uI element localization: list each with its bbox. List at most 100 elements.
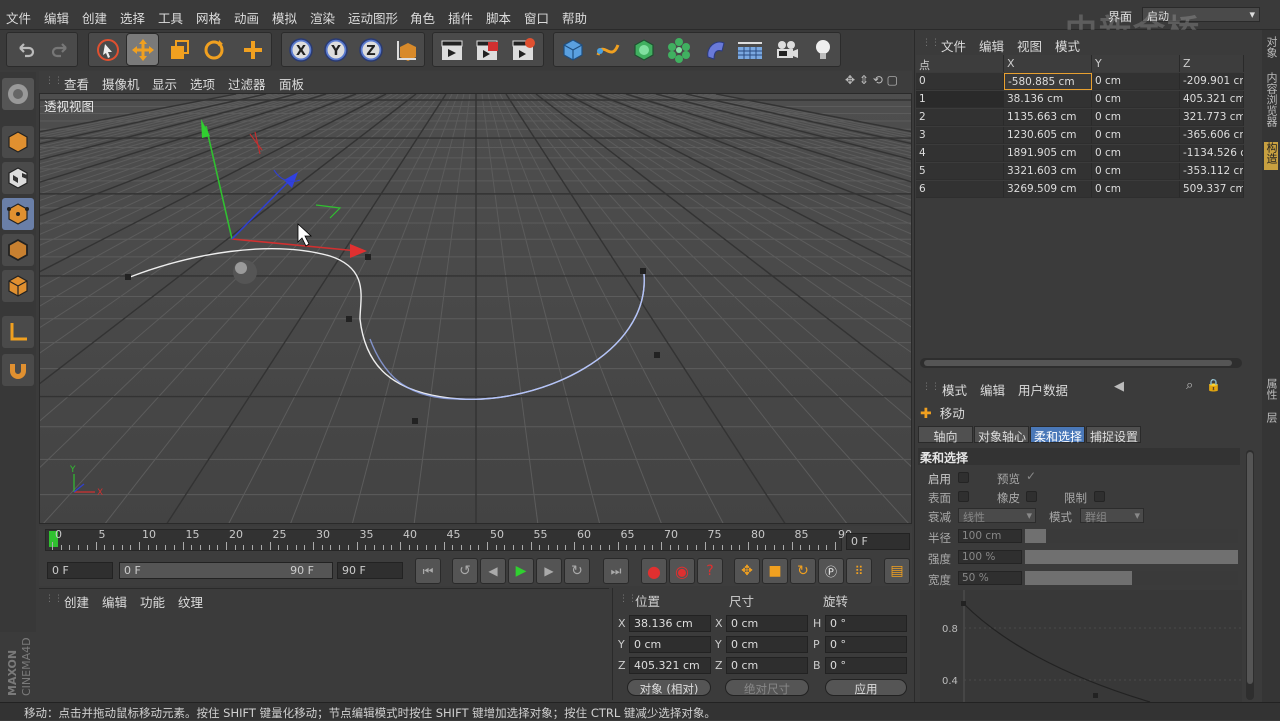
live-selection-button[interactable] [91,33,124,66]
point-index-cell[interactable]: 0 [916,73,1004,90]
structure-menu-edit[interactable]: 编辑 [979,36,1004,55]
width-slider[interactable] [1025,571,1132,585]
radius-field[interactable]: 100 cm [958,529,1022,543]
make-editable-button[interactable] [2,78,34,110]
tab-objects[interactable]: 对象 [1264,36,1278,64]
point-index-cell[interactable]: 4 [916,145,1004,162]
structure-menu-file[interactable]: 文件 [941,36,966,55]
scrollbar-thumb[interactable] [924,360,1232,366]
frame-range-slider[interactable]: 0 F 90 F [119,562,333,579]
coordinate-system-button[interactable] [390,33,423,66]
redo-button[interactable] [43,33,76,66]
viewport-menu-view[interactable]: 查看 [64,74,89,93]
render-view-button[interactable] [435,33,468,66]
falloff-graph[interactable]: 0.8 0.4 [920,590,1242,703]
tab-attributes[interactable]: 属性 [1264,378,1278,406]
point-coord-cell[interactable]: 1230.605 cm [1004,127,1092,144]
model-mode-button[interactable] [2,126,34,158]
rot-b-field[interactable]: 0 ° [825,657,907,674]
mode-dropdown[interactable]: 群组 ▾ [1080,508,1144,524]
key-scale-button[interactable]: ■ [762,558,788,584]
viewport-menu-display[interactable]: 显示 [152,74,177,93]
polygons-mode-button[interactable] [2,270,34,302]
spline-pen-button[interactable] [591,33,624,66]
attr-menu-mode[interactable]: 模式 [942,380,967,399]
point-coord-cell[interactable]: -580.885 cm [1004,73,1092,90]
point-coord-cell[interactable]: 0 cm [1092,181,1180,198]
preview-checkmark-icon[interactable]: ✓ [1026,469,1036,483]
material-menu-create[interactable]: 创建 [64,592,89,611]
point-coord-cell[interactable]: -353.112 cm [1180,163,1244,180]
last-tool-button[interactable] [236,33,269,66]
tab-structure[interactable]: 构造 [1264,142,1278,170]
viewport-menu-panel[interactable]: 面板 [279,74,304,93]
end-frame-field[interactable]: 90 F [337,562,403,579]
snap-button[interactable] [2,354,34,386]
menu-select[interactable]: 选择 [120,8,145,27]
point-index-cell[interactable]: 5 [916,163,1004,180]
menu-window[interactable]: 窗口 [524,8,549,27]
menu-plugins[interactable]: 插件 [448,8,473,27]
light-button[interactable] [806,33,839,66]
point-coord-cell[interactable]: -1134.526 cm [1180,145,1244,162]
point-coord-cell[interactable]: 0 cm [1092,109,1180,126]
pos-x-field[interactable]: 38.136 cm [629,615,711,632]
menu-tools[interactable]: 工具 [158,8,183,27]
tab-axis[interactable]: 轴向 [918,426,973,444]
point-coord-cell[interactable]: 3269.509 cm [1004,181,1092,198]
point-coord-cell[interactable]: 509.337 cm [1180,181,1244,198]
point-coord-cell[interactable]: 405.321 cm [1180,91,1244,108]
coord-mode-select[interactable]: 对象 (相对) [627,679,711,696]
cube-button[interactable] [556,33,589,66]
tab-snap-settings[interactable]: 捕捉设置 [1086,426,1141,444]
menu-edit[interactable]: 编辑 [44,8,69,27]
start-frame-field[interactable]: 0 F [47,562,113,579]
limit-checkbox[interactable] [1094,491,1105,502]
tab-layers[interactable]: 层 [1264,412,1278,428]
point-coord-cell[interactable]: 0 cm [1092,145,1180,162]
attr-menu-edit[interactable]: 编辑 [980,380,1005,399]
viewport-menu-filter[interactable]: 过滤器 [228,74,266,93]
nurbs-button[interactable] [627,33,660,66]
viewport-menu-options[interactable]: 选项 [190,74,215,93]
viewport-menu-camera[interactable]: 摄像机 [102,74,140,93]
point-index-cell[interactable]: 3 [916,127,1004,144]
point-coord-cell[interactable]: 38.136 cm [1004,91,1092,108]
lock-icon[interactable]: 🔒 [1206,378,1221,392]
point-index-cell[interactable]: 6 [916,181,1004,198]
falloff-dropdown[interactable]: 线性 ▾ [958,508,1036,524]
radius-slider[interactable] [1025,529,1046,543]
menu-create[interactable]: 创建 [82,8,107,27]
point-coord-cell[interactable]: 0 cm [1092,163,1180,180]
menu-help[interactable]: 帮助 [562,8,587,27]
attr-menu-userdata[interactable]: 用户数据 [1018,380,1068,399]
table-horizontal-scrollbar[interactable] [920,358,1242,368]
point-coord-cell[interactable]: 0 cm [1092,127,1180,144]
structure-menu-view[interactable]: 视图 [1017,36,1042,55]
strength-field[interactable]: 100 % [958,550,1022,564]
point-coord-cell[interactable]: 1135.663 cm [1004,109,1092,126]
strength-slider[interactable] [1025,550,1238,564]
undo-button[interactable] [9,33,42,66]
material-menu-function[interactable]: 功能 [140,592,165,611]
array-button[interactable] [662,33,695,66]
material-menu-edit[interactable]: 编辑 [102,592,127,611]
texture-mode-button[interactable] [2,162,34,194]
rot-h-field[interactable]: 0 ° [825,615,907,632]
menu-simulate[interactable]: 模拟 [272,8,297,27]
coord-size-select[interactable]: 绝对尺寸 [725,679,809,696]
material-menu-texture[interactable]: 纹理 [178,592,203,611]
prev-frame-button[interactable]: ◀ [480,558,506,584]
perspective-viewport[interactable]: Y X 透视视图 [39,93,912,524]
point-coord-cell[interactable]: -209.901 cm [1180,73,1244,90]
current-frame-field[interactable]: 0 F [846,533,910,550]
tab-soft-selection[interactable]: 柔和选择 [1030,426,1085,444]
point-coord-cell[interactable]: 1891.905 cm [1004,145,1092,162]
render-settings-button[interactable] [506,33,539,66]
camera-button[interactable] [770,33,803,66]
enable-checkbox[interactable] [958,472,969,483]
size-z-field[interactable]: 0 cm [726,657,808,674]
point-coord-cell[interactable]: 0 cm [1092,73,1180,90]
size-x-field[interactable]: 0 cm [726,615,808,632]
rotate-tool-button[interactable] [197,33,230,66]
